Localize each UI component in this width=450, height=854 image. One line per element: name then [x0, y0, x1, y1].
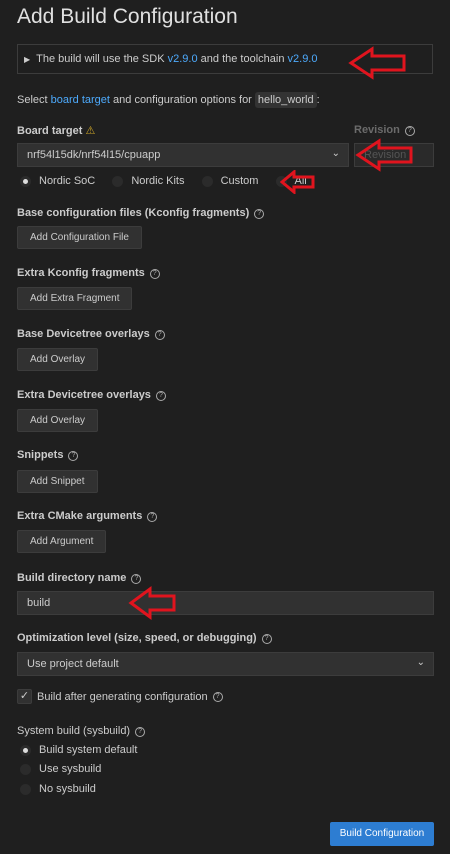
section-label-text: Base configuration files (Kconfig fragme…	[17, 207, 250, 219]
radio-label: No sysbuild	[39, 783, 96, 795]
build-after-checkbox-row[interactable]: ✓ Build after generating configuration?	[17, 689, 223, 704]
page-title: Add Build Configuration	[17, 5, 238, 28]
radio-custom[interactable]: Custom	[201, 175, 259, 187]
board-target-select[interactable]: nrf54l15dk/nrf54l15/cpuapp ⌄	[17, 143, 349, 167]
radio-dot	[112, 175, 124, 187]
expand-triangle-icon: ▶	[24, 55, 31, 64]
help-icon[interactable]: ?	[261, 634, 272, 644]
checkbox-checked-icon[interactable]: ✓	[17, 689, 32, 704]
build-after-label: Build after generating configuration	[37, 690, 208, 703]
build-configuration-button[interactable]: Build Configuration	[330, 822, 434, 846]
board-target-label: Board target ⚠	[17, 124, 95, 137]
help-icon[interactable]: ?	[68, 451, 79, 461]
annotation-arrow-icon	[280, 170, 315, 194]
annotation-arrow-icon	[348, 46, 406, 80]
chevron-down-icon: ⌄	[416, 657, 425, 668]
board-target-value: nrf54l15dk/nrf54l15/cpuapp	[27, 149, 161, 161]
build-dir-value: build	[27, 597, 51, 609]
radio-label: Build system default	[39, 744, 138, 756]
radio-use-sysbuild[interactable]: Use sysbuild	[20, 763, 115, 778]
radio-option: No sysbuild	[20, 783, 96, 795]
section-label: Extra CMake arguments?	[17, 510, 158, 522]
radio-dot	[201, 175, 213, 187]
optimization-value: Use project default	[27, 658, 119, 670]
help-icon[interactable]: ?	[135, 727, 146, 737]
section-label: Base Devicetree overlays?	[17, 328, 165, 340]
warning-icon: ⚠	[85, 125, 96, 137]
radio-option: Use sysbuild	[20, 763, 101, 775]
radio-label: Nordic SoC	[39, 175, 96, 187]
add-extra-fragment-button[interactable]: Add Extra Fragment	[17, 287, 133, 310]
help-icon[interactable]: ?	[254, 209, 265, 219]
section-label-text: Extra CMake arguments	[17, 510, 143, 522]
board-target-label-text: Board target	[17, 125, 83, 137]
radio-nordic-kits[interactable]: Nordic Kits	[112, 175, 185, 187]
board-filter-radios: Nordic SoC Nordic Kits Custom All	[20, 175, 321, 190]
optimization-select[interactable]: Use project default ⌄	[17, 652, 434, 676]
radio-no-sysbuild[interactable]: No sysbuild	[20, 783, 110, 798]
section-label-text: Extra Kconfig fragments	[17, 267, 145, 279]
intro-suffix: :	[316, 94, 320, 106]
optimization-label-text: Optimization level (size, speed, or debu…	[17, 632, 257, 644]
add-base-overlay-button[interactable]: Add Overlay	[17, 348, 99, 371]
section-label-text: Base Devicetree overlays	[17, 328, 150, 340]
optimization-label: Optimization level (size, speed, or debu…	[17, 632, 272, 644]
radio-label: Nordic Kits	[131, 175, 185, 187]
section-label: Extra Kconfig fragments?	[17, 267, 160, 279]
radio-option: Build system default	[20, 744, 137, 756]
section-label-text: Extra Devicetree overlays	[17, 389, 151, 401]
intro-prefix: Select	[17, 94, 48, 106]
toolchain-version-link[interactable]: v2.9.0	[288, 53, 318, 65]
sdk-info-text-2: and the toolchain	[200, 53, 285, 65]
sysbuild-label: System build (sysbuild)?	[17, 725, 146, 737]
add-argument-button[interactable]: Add Argument	[17, 530, 107, 553]
annotation-arrow-icon	[128, 586, 176, 620]
radio-label: Use sysbuild	[39, 763, 102, 775]
board-target-link[interactable]: board target	[51, 94, 110, 106]
annotation-arrow-icon	[355, 138, 413, 172]
radio-dot	[20, 744, 31, 756]
sdk-version-link[interactable]: v2.9.0	[168, 53, 198, 65]
help-icon[interactable]: ?	[147, 512, 158, 522]
section-label: Extra Devicetree overlays?	[17, 389, 166, 401]
intro-middle: and configuration options for	[113, 94, 252, 106]
help-icon[interactable]: ?	[154, 330, 165, 340]
help-icon[interactable]: ?	[149, 269, 160, 279]
build-dir-label-text: Build directory name	[17, 572, 127, 584]
sdk-info-text: The build will use the SDK	[36, 53, 165, 65]
build-dir-input[interactable]: build	[17, 591, 434, 615]
radio-dot	[20, 175, 31, 187]
revision-label: Revision?	[354, 124, 415, 136]
help-icon[interactable]: ?	[404, 126, 415, 136]
radio-label: Custom	[220, 175, 259, 187]
section-label-text: Snippets	[17, 449, 64, 461]
help-icon[interactable]: ?	[212, 691, 223, 702]
add-extra-overlay-button[interactable]: Add Overlay	[17, 409, 99, 432]
add-snippet-button[interactable]: Add Snippet	[17, 470, 98, 493]
section-label: Snippets?	[17, 449, 79, 461]
app-name: hello_world	[254, 92, 317, 108]
build-dir-label: Build directory name?	[17, 572, 142, 584]
help-icon[interactable]: ?	[155, 391, 166, 401]
add-configuration-file-button[interactable]: Add Configuration File	[17, 226, 142, 249]
radio-nordic-soc[interactable]: Nordic SoC	[20, 175, 95, 187]
section-label: Base configuration files (Kconfig fragme…	[17, 207, 265, 219]
radio-dot	[20, 763, 31, 775]
help-icon[interactable]: ?	[131, 574, 142, 584]
sysbuild-label-text: System build (sysbuild)	[17, 725, 131, 737]
chevron-down-icon: ⌄	[331, 148, 340, 159]
revision-label-text: Revision	[354, 124, 400, 136]
radio-build-system-default[interactable]: Build system default	[20, 744, 151, 759]
intro-text: Select board target and configuration op…	[17, 92, 320, 108]
radio-dot	[20, 783, 31, 795]
